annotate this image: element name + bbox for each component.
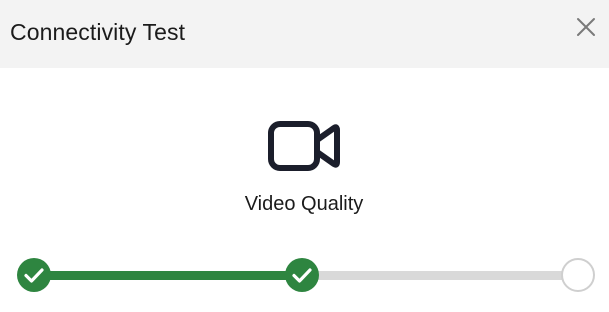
close-button[interactable] [573, 14, 599, 40]
progress-track-remaining [302, 271, 578, 280]
video-camera-icon [266, 118, 342, 174]
step-2-complete-node [285, 258, 319, 292]
step-3-pending-node [561, 258, 595, 292]
close-icon [577, 18, 595, 36]
step-1-complete-node [17, 258, 51, 292]
dialog-header: Connectivity Test [0, 0, 609, 68]
checkmark-icon [292, 268, 312, 283]
checkmark-icon [24, 268, 44, 283]
connectivity-test-dialog: Connectivity Test Video Quality [0, 0, 609, 312]
progress-track-complete [34, 271, 302, 280]
current-step-label: Video Quality [244, 193, 364, 215]
dialog-title: Connectivity Test [10, 19, 186, 45]
